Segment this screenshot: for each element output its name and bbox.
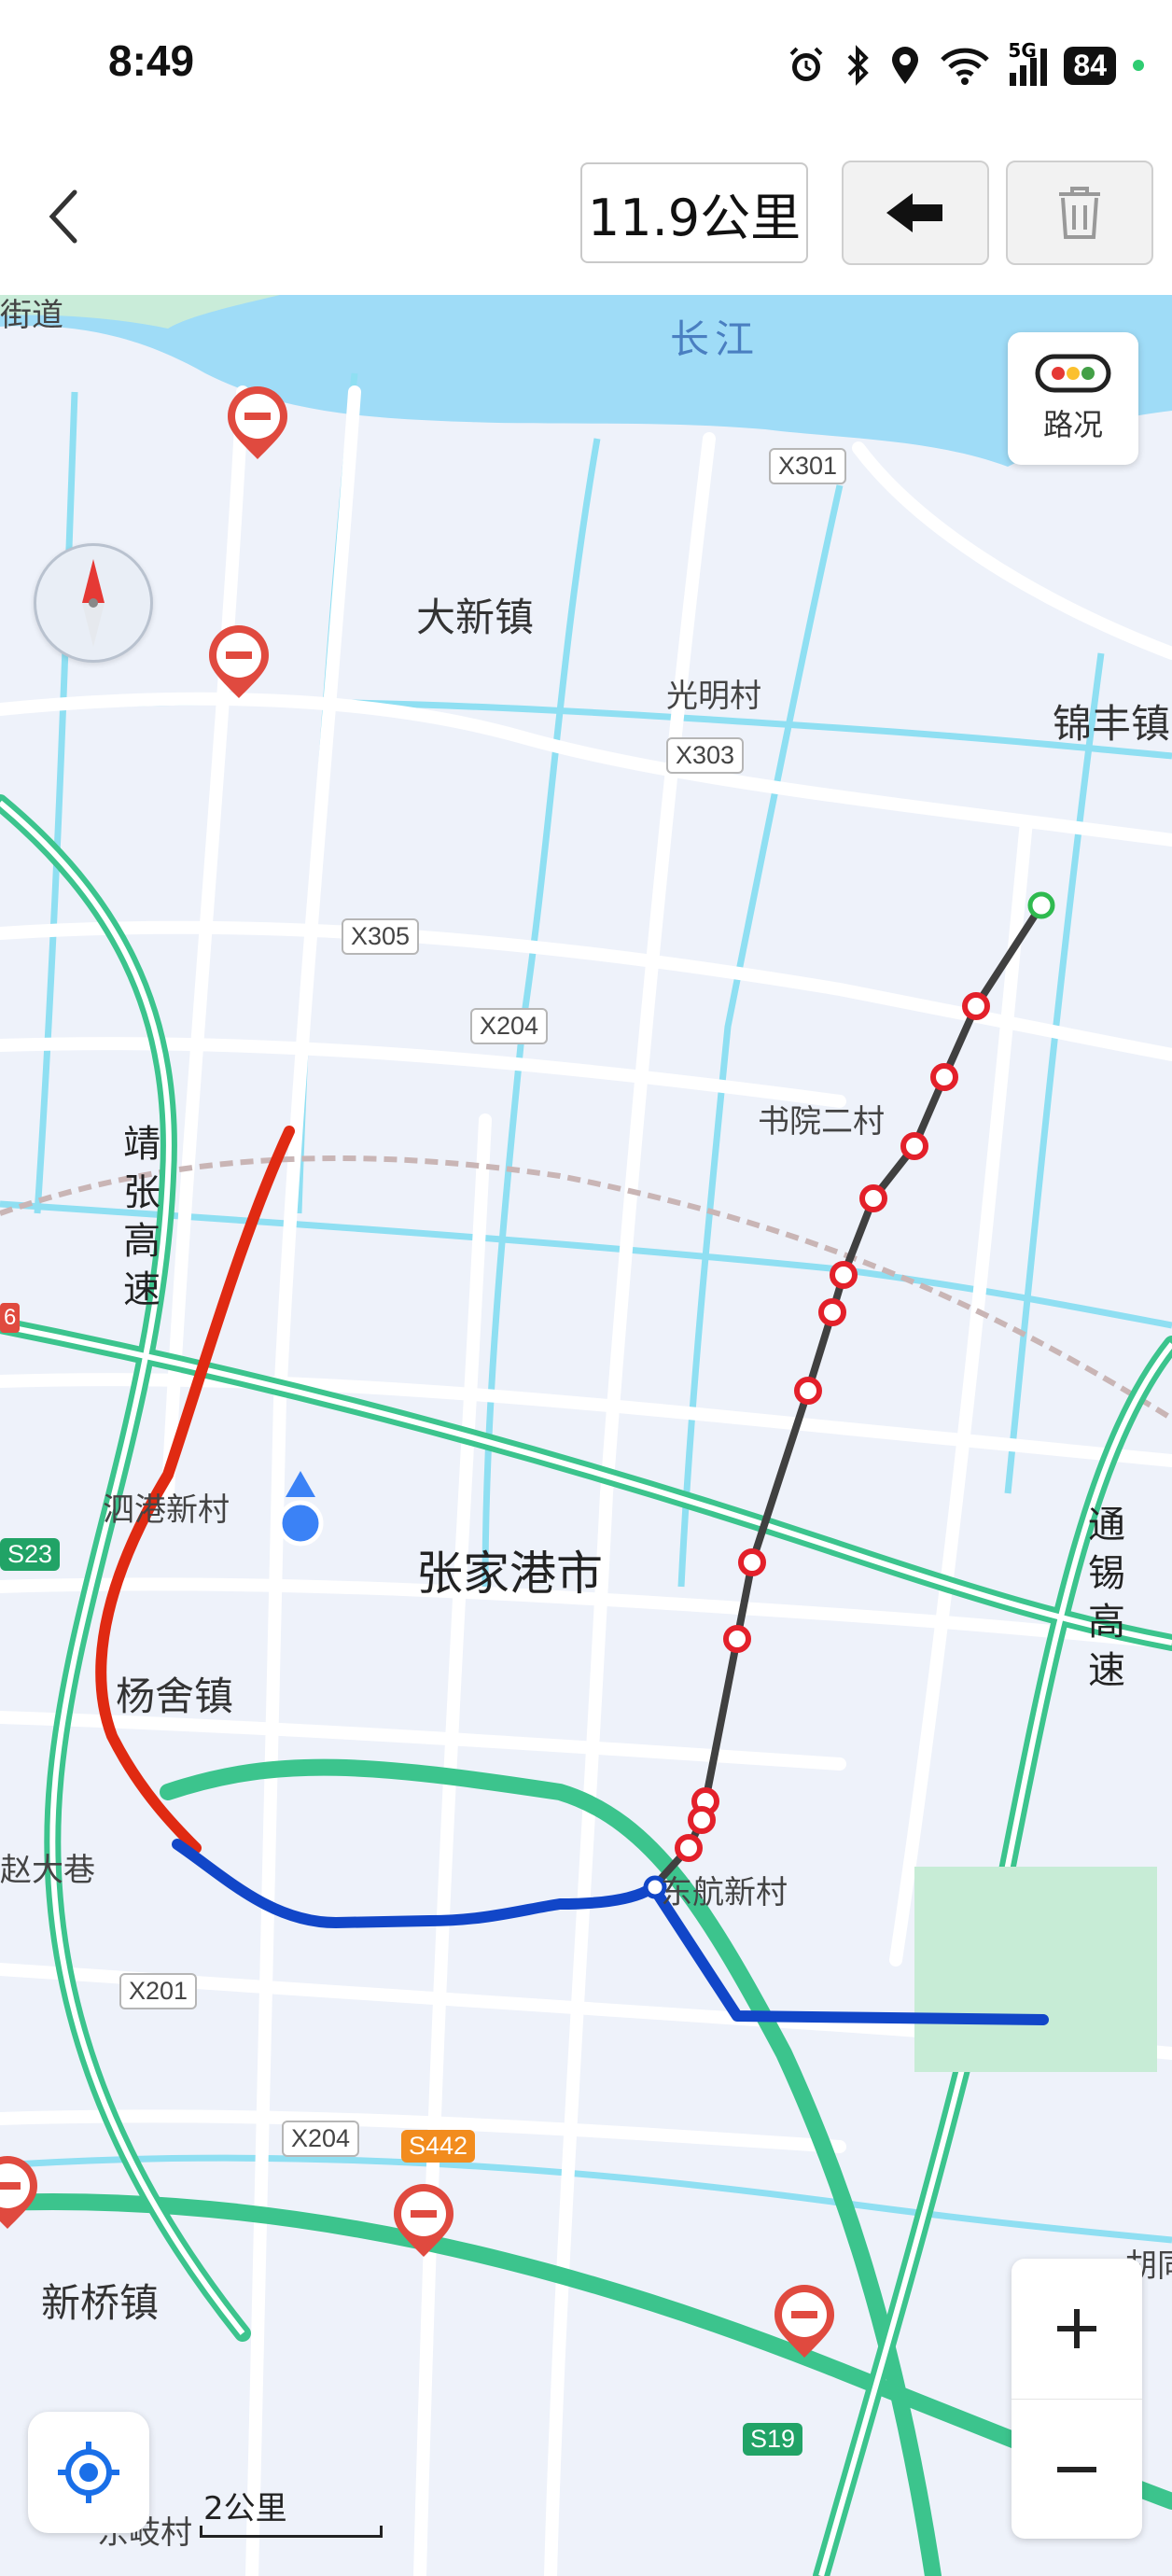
road-shield: X301 [769,448,847,484]
heading-arrow [286,1471,315,1497]
distance-readout: 11.9公里 [580,162,808,263]
route-gray-line [650,903,1045,1890]
location-icon [892,47,919,84]
status-time: 8:49 [108,36,195,85]
undo-button[interactable] [842,161,989,265]
route-waypoint[interactable] [818,1298,846,1326]
road-shield: S442 [401,2130,476,2163]
place-label: 新桥镇 [41,2280,160,2326]
measure-toolbar: 11.9公里 [0,131,1172,295]
arrow-left-icon [886,193,942,232]
crosshair-icon [58,2442,119,2503]
bluetooth-icon [847,45,870,86]
route-waypoint[interactable] [859,1184,887,1212]
battery-icon: 84 [1064,46,1116,85]
route-waypoint[interactable] [688,1806,716,1834]
plus-icon [1057,2309,1096,2348]
alarm-icon [789,47,823,81]
place-label: 书院二村 [758,1103,885,1141]
place-label: 杨舍镇 [116,1673,234,1719]
locate-me-button[interactable] [28,2412,149,2533]
charging-dot [1133,60,1144,71]
start-point[interactable] [1027,891,1055,919]
place-label: 泗港新村 [103,1491,230,1529]
traffic-light-icon [1035,354,1111,393]
traffic-toggle-button[interactable]: 路况 [1008,332,1138,465]
route-layer [0,386,1055,2358]
status-icons: 5G 84 [786,37,1144,93]
back-button[interactable] [37,179,103,254]
road-shield: X204 [282,2121,360,2157]
highway-label: 靖张高速 [123,1123,160,1311]
place-label: 赵大巷 [0,1852,95,1889]
route-waypoint[interactable] [962,992,990,1020]
road-shield: S23 [0,1538,61,1571]
minus-icon [1057,2467,1096,2472]
river-label: 长江 [670,316,760,362]
wifi-icon [941,48,990,85]
scale-bar [200,2526,383,2538]
status-bar: 8:49 5G 84 [0,0,1172,131]
route-waypoint[interactable] [830,1261,858,1289]
scale-label: 2公里 [203,2490,287,2527]
road-shield: X204 [470,1008,549,1044]
zoom-in-button[interactable] [1012,2259,1142,2399]
city-label: 张家港市 [416,1547,603,1601]
network-type: 5G [1008,39,1037,62]
place-label: 街道 [0,297,63,334]
place-label: 东航新村 [661,1874,788,1911]
route-blue-line [172,1839,1049,2025]
chevron-left-icon [49,189,77,244]
place-label: 光明村 [666,678,761,715]
place-label: 锦丰镇 [1053,701,1171,747]
route-waypoint[interactable] [794,1377,822,1405]
zoom-controls [1012,2259,1142,2539]
trash-icon [1059,187,1100,239]
route-waypoint[interactable] [675,1834,703,1862]
map-canvas[interactable] [0,295,1172,2576]
road-shield: S19 [743,2423,803,2456]
delete-button[interactable] [1006,161,1153,265]
zoom-out-button[interactable] [1012,2399,1142,2540]
compass-icon [82,559,105,647]
road-shield: X201 [119,1973,198,2009]
road-shield: X305 [342,918,420,955]
route-waypoint[interactable] [900,1132,928,1160]
route-waypoint[interactable] [723,1625,751,1653]
place-label: 大新镇 [416,595,535,640]
signal-icon: 5G [1008,39,1048,86]
route-waypoint[interactable] [738,1548,766,1576]
compass-button[interactable] [34,543,153,663]
route-waypoint[interactable] [930,1063,958,1091]
road-shield: 6 [0,1303,21,1333]
road-shield: X303 [666,737,745,774]
current-location-marker [277,1500,324,1547]
highway-label: 通锡高速 [1088,1504,1125,1692]
traffic-label: 路况 [1042,407,1103,442]
